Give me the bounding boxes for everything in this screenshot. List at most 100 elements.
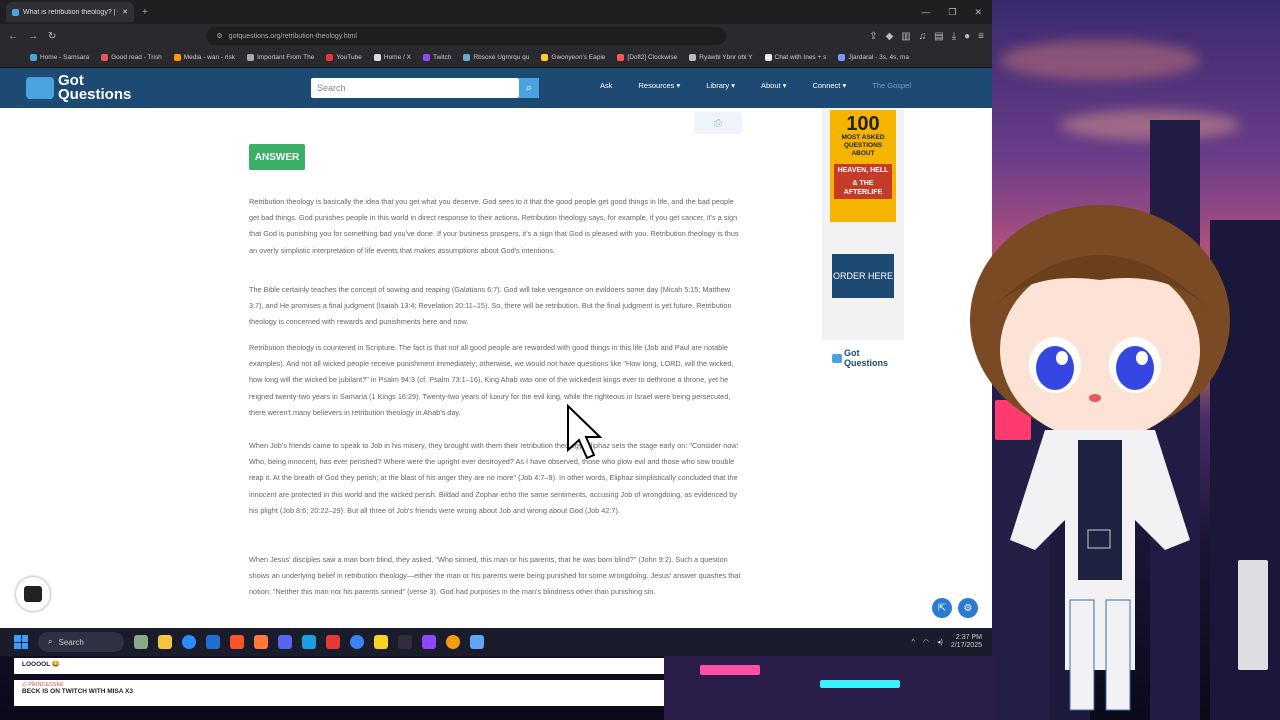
file-explorer-icon[interactable] xyxy=(158,635,172,649)
bookmark-label: YouTube xyxy=(336,54,362,61)
bookmark-favicon-icon xyxy=(838,54,846,61)
bookmark-item[interactable]: Home - Samsara xyxy=(30,54,89,61)
store-icon[interactable] xyxy=(206,635,220,649)
bookmark-item[interactable]: Good read - Trish xyxy=(101,54,162,61)
book-line4: HEAVEN, HELL xyxy=(834,164,892,177)
menu-icon[interactable]: ≡ xyxy=(978,31,984,42)
site-header: Got Questions Search ⌕ Ask Resources ▾ Lib… xyxy=(0,68,992,108)
nav-item[interactable]: Ask xyxy=(600,81,613,90)
downloads-icon[interactable]: ⤓ xyxy=(952,31,956,42)
bookmark-favicon-icon xyxy=(373,54,381,61)
search-button[interactable]: ⌕ xyxy=(519,78,539,98)
bookmark-item[interactable]: [Dofl2] Clockwise xyxy=(617,54,677,61)
obs-icon[interactable] xyxy=(398,635,412,649)
close-window-icon[interactable]: ✕ xyxy=(974,7,982,18)
tray-chevron-icon[interactable]: ^ xyxy=(912,639,915,646)
volume-icon[interactable]: ◂) xyxy=(937,638,943,646)
bookmark-label: Good read - Trish xyxy=(111,54,162,61)
windows-taskbar: ⌕ Search ^ ◠ ◂) 2:37 PM 2/17/2025 xyxy=(0,628,992,656)
bookmark-item[interactable]: Rbsoxe Ugmrqu qu xyxy=(463,54,529,61)
nav-item[interactable]: Resources ▾ xyxy=(639,81,681,90)
chat-message: ◎ PRINCESSKE BECK IS ON TWITCH WITH MISA… xyxy=(14,680,664,706)
vtuber-avatar xyxy=(970,205,1230,711)
chat-message-text: LOOOOL 😂 xyxy=(22,661,60,668)
bookmark-label: [Dofl2] Clockwise xyxy=(627,54,678,61)
tabs-icon[interactable]: ▤ xyxy=(934,31,943,42)
search-input[interactable]: Search xyxy=(311,78,519,98)
bookmark-favicon-icon xyxy=(422,54,430,61)
extension-icon[interactable]: ◆ xyxy=(886,31,894,42)
bookmark-item[interactable]: Ryawbl Ybnr obl Y xyxy=(689,54,753,61)
tab-close-icon[interactable]: ✕ xyxy=(122,8,128,16)
share-icon[interactable]: ⇪ xyxy=(869,31,877,42)
bookmark-item[interactable]: Jjardaral - 3s, 4s, ma xyxy=(838,54,909,61)
notes-icon[interactable] xyxy=(374,635,388,649)
bookmark-item[interactable]: Home / X xyxy=(373,54,411,61)
profile-icon[interactable]: ● xyxy=(964,31,970,42)
app-icon-red[interactable] xyxy=(326,635,340,649)
bookmark-item[interactable]: Chat with Ines + s xyxy=(764,54,826,61)
browser-tab[interactable]: What is retribution theology? | G ✕ xyxy=(6,2,134,22)
print-button[interactable]: ⎙ xyxy=(694,112,742,134)
address-bar[interactable]: ⚙ gotquestions.org/retribution-theology.… xyxy=(206,27,727,45)
bookmark-label: Media - wan - risk xyxy=(183,54,235,61)
bookmark-item[interactable]: Media - wan - risk xyxy=(173,54,235,61)
browser-window: What is retribution theology? | G ✕ + — … xyxy=(0,0,992,656)
forward-icon[interactable]: → xyxy=(28,31,38,42)
new-tab-icon[interactable]: + xyxy=(142,7,148,18)
minimize-icon[interactable]: — xyxy=(921,7,930,18)
discord-icon[interactable] xyxy=(278,635,292,649)
bookmark-label: Important From The xyxy=(257,54,315,61)
brave-icon[interactable] xyxy=(230,635,244,649)
tab-bar: What is retribution theology? | G ✕ + — … xyxy=(0,0,992,24)
firefox-icon[interactable] xyxy=(254,635,268,649)
bookmark-item[interactable]: Gwonyeon's Eapie xyxy=(541,54,605,61)
chrome-icon[interactable] xyxy=(350,635,364,649)
app-icon-blue[interactable] xyxy=(470,635,484,649)
bookmark-item[interactable]: Twitch xyxy=(422,54,451,61)
article-paragraph: Retribution theology is basically the id… xyxy=(249,197,739,255)
bookmark-label: Ryawbl Ybnr obl Y xyxy=(699,54,753,61)
mouse-cursor-icon xyxy=(567,404,602,460)
bookmark-favicon-icon xyxy=(764,54,772,61)
music-icon[interactable]: ♫ xyxy=(919,31,927,42)
windows-start-icon[interactable] xyxy=(14,635,28,649)
bookmark-label: Gwonyeon's Eapie xyxy=(551,54,606,61)
bookmark-item[interactable]: Important From The xyxy=(247,54,314,61)
bookmark-item[interactable]: YouTube xyxy=(326,54,362,61)
wifi-icon[interactable]: ◠ xyxy=(923,638,929,646)
sidebar-icon[interactable]: ▥ xyxy=(901,31,910,42)
bookmark-favicon-icon xyxy=(617,54,625,61)
reload-icon[interactable]: ↻ xyxy=(48,31,56,42)
share-fab[interactable]: ⇱ xyxy=(932,598,952,618)
nav-item[interactable]: About ▾ xyxy=(761,81,786,90)
bookmark-favicon-icon xyxy=(326,54,334,61)
bookmark-label: Home / X xyxy=(383,54,411,61)
nav-item[interactable]: Library ▾ xyxy=(706,81,735,90)
site-nav: Ask Resources ▾ Library ▾ About ▾ Connect ▾ T… xyxy=(600,81,911,90)
taskbar-search[interactable]: ⌕ Search xyxy=(38,632,124,652)
nav-item[interactable]: The Gospel xyxy=(872,81,911,90)
sidebar-ad[interactable]: 100 MOST ASKED QUESTIONS ABOUT HEAVEN, H… xyxy=(822,108,904,368)
logo-line2: Questions xyxy=(58,86,132,103)
answer-badge: ANSWER xyxy=(249,144,305,170)
nav-item[interactable]: Connect ▾ xyxy=(812,81,846,90)
search-icon: ⌕ xyxy=(525,81,533,94)
order-here-button[interactable]: ORDER HERE xyxy=(832,254,894,298)
book-cover[interactable]: 100 MOST ASKED QUESTIONS ABOUT HEAVEN, H… xyxy=(830,110,896,222)
steam-icon[interactable] xyxy=(302,635,316,649)
app-icon-orange[interactable] xyxy=(446,635,460,649)
chat-widget-button[interactable] xyxy=(16,577,50,611)
taskbar-search-label: Search xyxy=(58,637,84,647)
site-info-icon[interactable]: ⚙ xyxy=(216,32,222,40)
edge-icon[interactable] xyxy=(182,635,196,649)
twitch-icon[interactable] xyxy=(422,635,436,649)
chat-message: LOOOOL 😂 xyxy=(14,658,664,674)
maximize-icon[interactable]: ❐ xyxy=(948,7,956,18)
gotquestions-logo[interactable]: Got Questions xyxy=(26,73,132,103)
article-paragraph: The Bible certainly teaches the concept … xyxy=(249,285,732,327)
widgets-icon[interactable] xyxy=(134,635,148,649)
print-icon: ⎙ xyxy=(714,117,722,129)
back-icon[interactable]: ← xyxy=(8,31,18,42)
ad-brand-line2: Questions xyxy=(844,358,889,368)
